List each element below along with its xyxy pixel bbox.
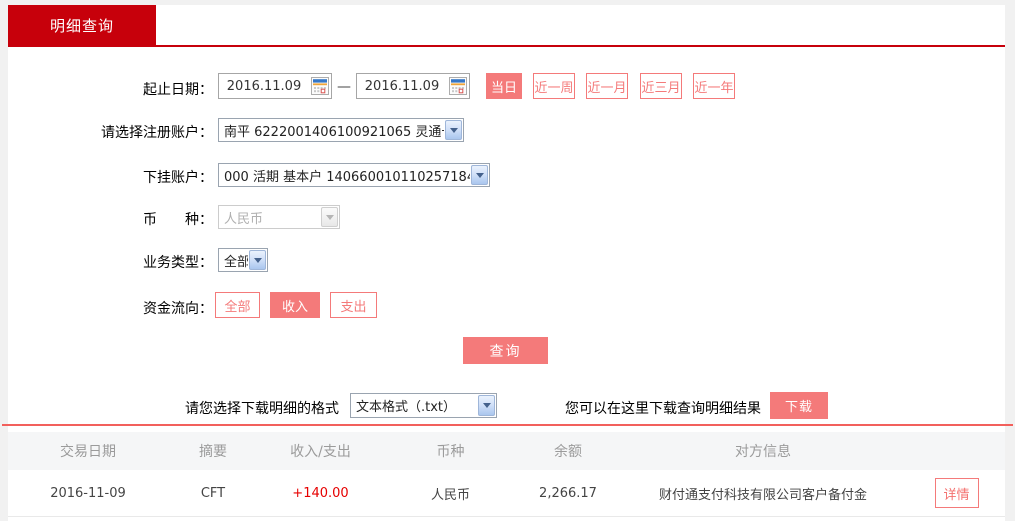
download-format-select[interactable]: 文本格式（.txt） (350, 393, 497, 418)
fund-flow-label: 资金流向： (143, 301, 213, 317)
fund-flow-all-button[interactable]: 全部 (215, 292, 260, 318)
calendar-icon[interactable] (449, 77, 467, 95)
currency-select: 人民币 (218, 205, 340, 229)
quick-range-today-button[interactable]: 当日 (486, 73, 522, 99)
end-date-value: 2016.11.09 (364, 78, 440, 94)
table-row: 2016-11-09 CFT +140.00 人民币 2,266.17 财付通支… (8, 470, 1005, 517)
header-trade-date: 交易日期 (60, 444, 116, 460)
cell-counterparty: 财付通支付科技有限公司客户备付金 (658, 487, 867, 503)
quick-range-year-button[interactable]: 近一年 (693, 73, 735, 99)
currency-label: 币 种： (143, 212, 213, 228)
header-currency: 币种 (436, 444, 465, 460)
cell-amount: +140.00 (292, 485, 349, 501)
registered-account-label: 请选择注册账户： (101, 125, 213, 141)
calendar-icon[interactable] (311, 77, 329, 95)
query-button[interactable]: 查询 (463, 337, 548, 364)
download-hint: 您可以在这里下载查询明细结果 (565, 401, 761, 417)
header-action (908, 432, 1005, 470)
chevron-down-icon[interactable] (478, 395, 495, 416)
sub-account-label: 下挂账户： (143, 170, 213, 186)
business-type-value: 全部 (224, 254, 248, 270)
detail-button[interactable]: 详情 (934, 478, 979, 508)
chevron-down-icon (321, 207, 338, 227)
registered-account-value: 南平 6222001406100921065 灵通卡 (224, 124, 444, 140)
quick-range-week-button[interactable]: 近一周 (533, 73, 575, 99)
download-button[interactable]: 下载 (770, 392, 828, 419)
quick-range-month-button[interactable]: 近一月 (586, 73, 628, 99)
cell-balance: 2,266.17 (539, 485, 597, 501)
date-range-label: 起止日期： (143, 82, 213, 98)
fund-flow-income-button[interactable]: 收入 (270, 292, 320, 318)
download-format-label: 请您选择下载明细的格式 (185, 401, 339, 417)
start-date-value: 2016.11.09 (226, 78, 302, 94)
chevron-down-icon[interactable] (249, 250, 266, 270)
business-type-select[interactable]: 全部 (218, 248, 268, 272)
sub-account-value: 000 活期 基本户 1406600101102571848 (224, 169, 470, 185)
quick-range-3months-button[interactable]: 近三月 (640, 73, 682, 99)
header-counterparty: 对方信息 (735, 444, 791, 460)
cell-trade-date: 2016-11-09 (50, 485, 126, 501)
currency-value: 人民币 (224, 211, 264, 227)
cell-currency: 人民币 (430, 487, 470, 503)
fund-flow-expense-button[interactable]: 支出 (330, 292, 377, 318)
cell-summary: CFT (200, 485, 226, 501)
chevron-down-icon[interactable] (471, 165, 488, 185)
header-income-expense: 收入/支出 (290, 444, 351, 460)
tab-underline (8, 45, 1005, 47)
end-date-input[interactable]: 2016.11.09 (356, 73, 470, 99)
registered-account-select[interactable]: 南平 6222001406100921065 灵通卡 (218, 118, 464, 142)
tab-detail-query[interactable]: 明细查询 (8, 5, 156, 45)
detail-query-page: 明细查询 起止日期： 2016.11.09 — 2016.11.09 当日 近一… (0, 0, 1015, 521)
header-summary: 摘要 (199, 444, 227, 460)
sub-account-select[interactable]: 000 活期 基本户 1406600101102571848 (218, 163, 490, 187)
tab-label: 明细查询 (49, 16, 114, 35)
header-balance: 余额 (554, 444, 582, 460)
date-range-separator: — (337, 79, 351, 95)
start-date-input[interactable]: 2016.11.09 (218, 73, 332, 99)
download-format-value: 文本格式（.txt） (356, 400, 457, 415)
business-type-label: 业务类型： (143, 255, 213, 271)
chevron-down-icon[interactable] (445, 120, 462, 140)
table-header-row: 交易日期 摘要 收入/支出 币种 余额 对方信息 (8, 432, 1005, 470)
section-divider (2, 424, 1013, 426)
